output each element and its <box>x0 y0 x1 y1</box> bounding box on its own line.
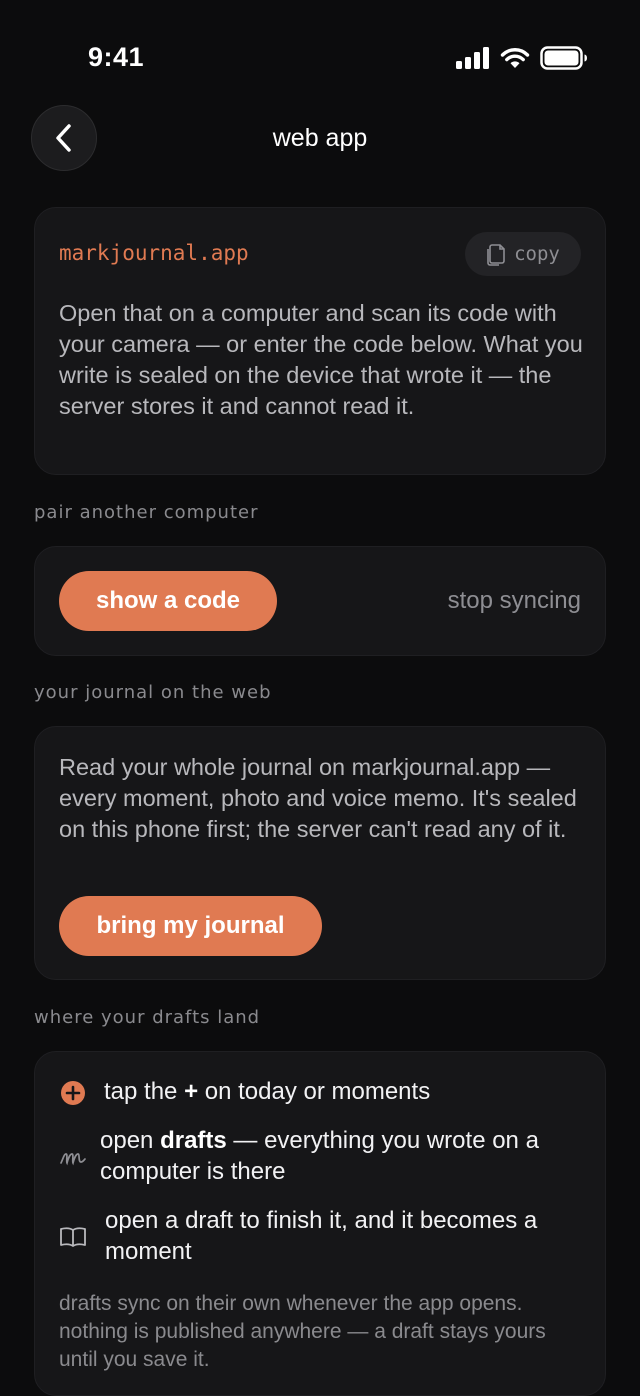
status-icons <box>456 46 588 70</box>
nav-bar: web app <box>0 104 640 172</box>
copy-label: copy <box>514 243 560 265</box>
web-url: markjournal.app <box>59 241 249 265</box>
draft-step-text: open a draft to finish it, and it become… <box>105 1207 538 1265</box>
copy-document-icon <box>487 244 505 266</box>
copy-button[interactable]: copy <box>465 232 581 276</box>
draft-step-text: open drafts — everything you wrote on a … <box>100 1127 539 1185</box>
journal-description: Read your whole journal on markjournal.a… <box>59 754 577 842</box>
wifi-icon <box>500 48 530 68</box>
plus-circle-icon <box>61 1081 85 1105</box>
section-label-drafts: where your drafts land <box>34 1007 261 1028</box>
status-time: 9:41 <box>88 42 145 72</box>
battery-icon <box>540 46 587 70</box>
drafts-card: tap the + on today or moments open draft… <box>34 1051 606 1396</box>
section-label-journal: your journal on the web <box>34 682 272 703</box>
drafts-footnote: drafts sync on their own whenever the ap… <box>59 1292 546 1371</box>
web-url-card: markjournal.app copy Open that on a comp… <box>34 207 606 475</box>
show-code-button[interactable]: show a code <box>59 571 277 631</box>
pair-card: show a code stop syncing <box>34 546 606 656</box>
web-card-description: Open that on a computer and scan its cod… <box>59 300 583 419</box>
section-label-pair: pair another computer <box>34 502 259 523</box>
script-m-icon <box>60 1153 86 1166</box>
journal-card: Read your whole journal on markjournal.a… <box>34 726 606 980</box>
stop-syncing-button[interactable]: stop syncing <box>448 587 581 615</box>
cellular-signal-icon <box>456 47 489 69</box>
draft-step-text: tap the + on today or moments <box>104 1078 431 1105</box>
status-bar: 9:41 <box>0 0 640 100</box>
open-book-icon <box>60 1227 86 1247</box>
page-title: web app <box>272 124 368 152</box>
bring-journal-button[interactable]: bring my journal <box>59 896 322 956</box>
